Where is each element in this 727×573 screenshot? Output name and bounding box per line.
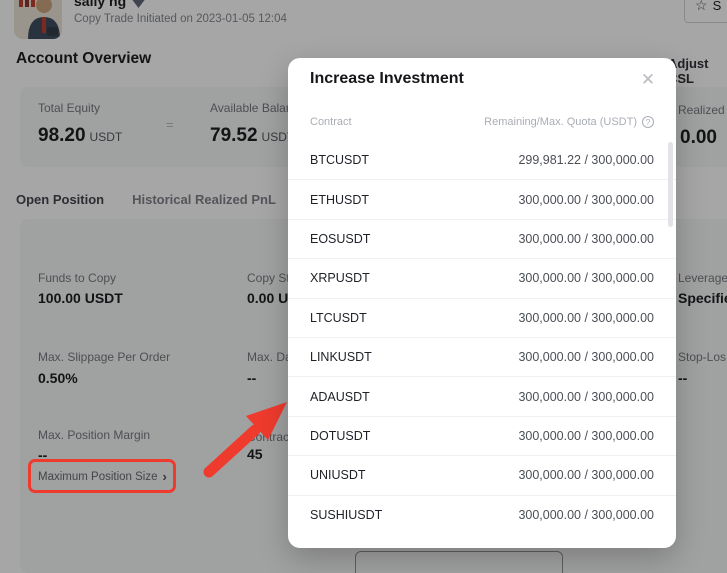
modal-title: Increase Investment: [310, 70, 464, 88]
table-row[interactable]: BTCUSDT 299,981.22 / 300,000.00: [288, 140, 676, 179]
modal-column-headers: Contract Remaining/Max. Quota (USDT) ?: [288, 116, 676, 128]
contract-quota: 300,000.00 / 300,000.00: [518, 193, 654, 207]
quota-column-header-group: Remaining/Max. Quota (USDT) ?: [484, 116, 654, 128]
contract-symbol: SUSHIUSDT: [310, 508, 382, 522]
contract-quota: 299,981.22 / 300,000.00: [518, 153, 654, 167]
contract-symbol: ETHUSDT: [310, 193, 369, 207]
contract-symbol: DOTUSDT: [310, 429, 370, 443]
contract-symbol: XRPUSDT: [310, 271, 370, 285]
table-row[interactable]: UNIUSDT 300,000.00 / 300,000.00: [288, 455, 676, 494]
quota-column-header: Remaining/Max. Quota (USDT): [484, 116, 637, 128]
close-icon[interactable]: ✕: [634, 66, 662, 94]
contract-column-header: Contract: [310, 116, 352, 128]
table-row[interactable]: ETHUSDT 300,000.00 / 300,000.00: [288, 179, 676, 218]
contract-quota: 300,000.00 / 300,000.00: [518, 390, 654, 404]
annotation-highlight-box: [28, 459, 176, 493]
contract-symbol: BTCUSDT: [310, 153, 369, 167]
contract-quota: 300,000.00 / 300,000.00: [518, 232, 654, 246]
table-row[interactable]: LTCUSDT 300,000.00 / 300,000.00: [288, 298, 676, 337]
contract-symbol: LINKUSDT: [310, 350, 372, 364]
table-row[interactable]: SUSHIUSDT 300,000.00 / 300,000.00: [288, 495, 676, 534]
copy-trading-page: sally ng Copy Trade Initiated on 2023-01…: [0, 0, 727, 573]
contract-symbol: UNIUSDT: [310, 468, 366, 482]
table-row[interactable]: EOSUSDT 300,000.00 / 300,000.00: [288, 219, 676, 258]
contract-quota-list: BTCUSDT 299,981.22 / 300,000.00 ETHUSDT …: [288, 140, 676, 534]
contract-quota: 300,000.00 / 300,000.00: [518, 468, 654, 482]
table-row[interactable]: LINKUSDT 300,000.00 / 300,000.00: [288, 337, 676, 376]
contract-quota: 300,000.00 / 300,000.00: [518, 271, 654, 285]
contract-quota: 300,000.00 / 300,000.00: [518, 311, 654, 325]
annotation-arrow: [195, 396, 295, 480]
table-row[interactable]: DOTUSDT 300,000.00 / 300,000.00: [288, 416, 676, 455]
increase-investment-modal: Increase Investment ✕ Contract Remaining…: [288, 58, 676, 548]
modal-scrollbar-thumb[interactable]: [668, 142, 673, 227]
contract-symbol: ADAUSDT: [310, 390, 370, 404]
table-row[interactable]: ADAUSDT 300,000.00 / 300,000.00: [288, 376, 676, 415]
contract-quota: 300,000.00 / 300,000.00: [518, 508, 654, 522]
contract-symbol: EOSUSDT: [310, 232, 370, 246]
table-row[interactable]: XRPUSDT 300,000.00 / 300,000.00: [288, 258, 676, 297]
contract-symbol: LTCUSDT: [310, 311, 367, 325]
contract-quota: 300,000.00 / 300,000.00: [518, 350, 654, 364]
contract-quota: 300,000.00 / 300,000.00: [518, 429, 654, 443]
question-icon[interactable]: ?: [642, 116, 654, 128]
